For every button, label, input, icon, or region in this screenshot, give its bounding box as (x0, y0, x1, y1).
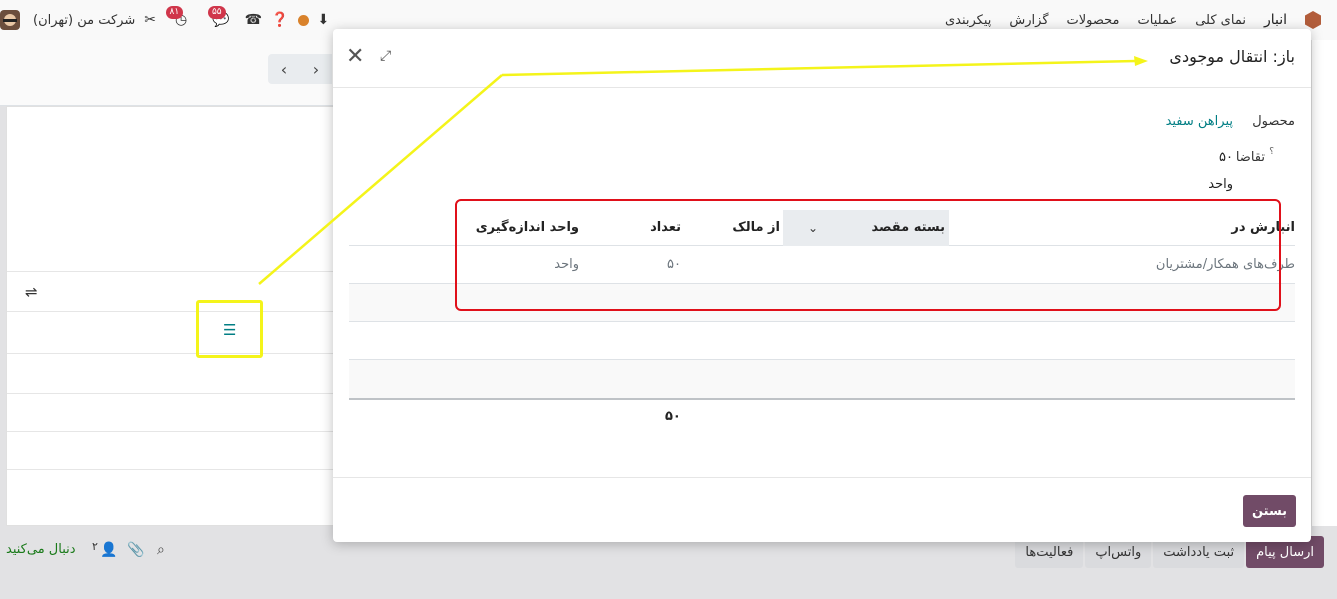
activity-badge: ۸۱ (165, 6, 184, 19)
attachment-icon[interactable]: 📎 (127, 542, 144, 558)
expand-icon[interactable]: ⤢ (380, 48, 391, 64)
company-switcher[interactable]: شرکت من (تهران) (33, 13, 135, 28)
menu-operations[interactable]: عملیات (1138, 13, 1178, 28)
total-quantity: ۵۰ (665, 409, 681, 424)
annotation-highlight-yellow (196, 300, 263, 358)
demand-value: ۵۰ (1219, 150, 1233, 165)
product-label: محصول (1252, 114, 1295, 129)
divider (7, 431, 337, 432)
messages-icon[interactable]: 💬 ۵۵ (207, 6, 230, 27)
sheet-edge (1311, 40, 1337, 526)
table-row (349, 322, 1295, 360)
tools-icon[interactable]: ✂ (144, 13, 156, 27)
app-name[interactable]: انبار (1264, 12, 1287, 28)
status-dot-icon (297, 14, 309, 26)
dialog-header: باز: انتقال موجودی ✕ ⤢ (333, 29, 1311, 88)
menu-configuration[interactable]: پیکربندی (945, 13, 991, 28)
divider (7, 393, 337, 394)
help-tooltip-icon[interactable]: ؟ (1269, 147, 1274, 157)
totals-divider (349, 398, 1295, 400)
phone-icon[interactable]: ☎ (245, 13, 262, 27)
following-status[interactable]: دنبال می‌کنید (6, 542, 76, 557)
user-avatar[interactable] (0, 10, 20, 30)
demand-label: تقاضا (1235, 150, 1265, 165)
divider (7, 311, 337, 312)
record-pager: ‹ › (268, 54, 332, 84)
systray: شرکت من (تهران) ✂ ◷ ۸۱ 💬 ۵۵ ☎ ❓ ⬇ (0, 0, 329, 40)
help-icon[interactable]: ❓ (271, 13, 288, 27)
download-icon[interactable]: ⬇ (318, 13, 330, 27)
optional-columns-icon[interactable]: ⇌ (25, 283, 38, 301)
divider (7, 271, 337, 272)
inventory-app-icon[interactable] (1305, 11, 1321, 29)
dialog-footer: بستن (333, 477, 1311, 542)
close-button[interactable]: بستن (1243, 495, 1296, 527)
annotation-highlight-red (455, 199, 1281, 311)
close-icon[interactable]: ✕ (346, 46, 364, 68)
pager-previous-button[interactable]: ‹ (268, 54, 300, 84)
menu-products[interactable]: محصولات (1067, 13, 1120, 28)
activity-clock-icon[interactable]: ◷ ۸۱ (165, 6, 187, 27)
messages-badge: ۵۵ (207, 6, 226, 19)
followers-icon[interactable]: 👤 (100, 542, 117, 558)
pager-next-button[interactable]: › (300, 54, 332, 84)
followers-count: ۲ (92, 540, 98, 553)
dialog-title: باز: انتقال موجودی (1169, 47, 1295, 66)
form-sheet: ⇌ ☰ (6, 106, 337, 526)
menu-reporting[interactable]: گزارش (1009, 13, 1048, 28)
menu-overview[interactable]: نمای کلی (1195, 13, 1246, 28)
product-link[interactable]: پیراهن سفید (1166, 114, 1233, 129)
table-row (349, 360, 1295, 398)
search-icon[interactable]: ⌕ (157, 542, 165, 558)
divider (7, 353, 337, 354)
divider (7, 469, 337, 470)
demand-unit: واحد (1208, 177, 1233, 192)
